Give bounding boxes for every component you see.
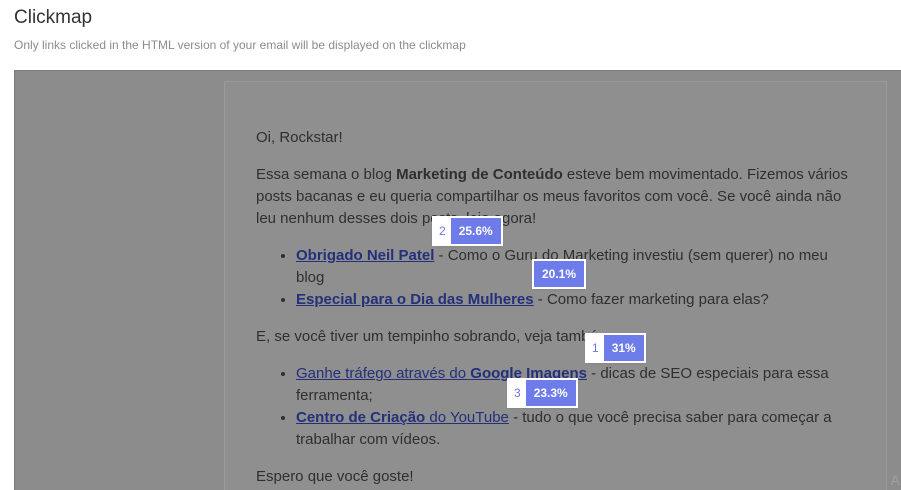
- click-badge[interactable]: 3 23.3%: [509, 380, 576, 406]
- email-greeting: Oi, Rockstar!: [256, 129, 343, 146]
- click-percent: 20.1%: [534, 261, 585, 287]
- email-closing: Espero que você goste!: [256, 468, 414, 485]
- post-list-2: Ganhe tráfego através do Google Imagens …: [256, 363, 856, 451]
- corner-glyph: A: [890, 472, 900, 488]
- click-percent: 25.6%: [450, 218, 501, 244]
- page-subtitle: Only links clicked in the HTML version o…: [14, 38, 466, 52]
- click-rank: 1: [587, 335, 604, 361]
- email-body: Oi, Rockstar! Essa semana o blog Marketi…: [256, 127, 856, 490]
- link-obrigado-neil-patel[interactable]: Obrigado Neil Patel: [296, 247, 434, 264]
- click-rank: 3: [509, 380, 526, 406]
- list-item: Centro de Criação do YouTube - tudo o qu…: [296, 407, 856, 451]
- list-item: Ganhe tráfego através do Google Imagens …: [296, 363, 856, 407]
- email-paragraph-1: Essa semana o blog Marketing de Conteúdo…: [256, 166, 848, 227]
- click-badge[interactable]: 1 31%: [587, 335, 644, 361]
- click-badge[interactable]: 20.1%: [534, 261, 585, 287]
- link-centro-de-criacao[interactable]: Centro de Criação do YouTube: [296, 409, 509, 426]
- list-item: Especial para o Dia das Mulheres - Como …: [296, 289, 856, 311]
- email-paragraph-2: E, se você tiver um tempinho sobrando, v…: [256, 328, 615, 345]
- click-badge[interactable]: 2 25.6%: [434, 218, 501, 244]
- page-title: Clickmap: [14, 7, 93, 28]
- click-rank: 2: [434, 218, 451, 244]
- link-dia-das-mulheres[interactable]: Especial para o Dia das Mulheres: [296, 291, 534, 308]
- click-percent: 31%: [603, 335, 644, 361]
- click-percent: 23.3%: [525, 380, 576, 406]
- clickmap-canvas: Oi, Rockstar! Essa semana o blog Marketi…: [14, 70, 901, 490]
- blog-name: Marketing de Conteúdo: [396, 166, 563, 183]
